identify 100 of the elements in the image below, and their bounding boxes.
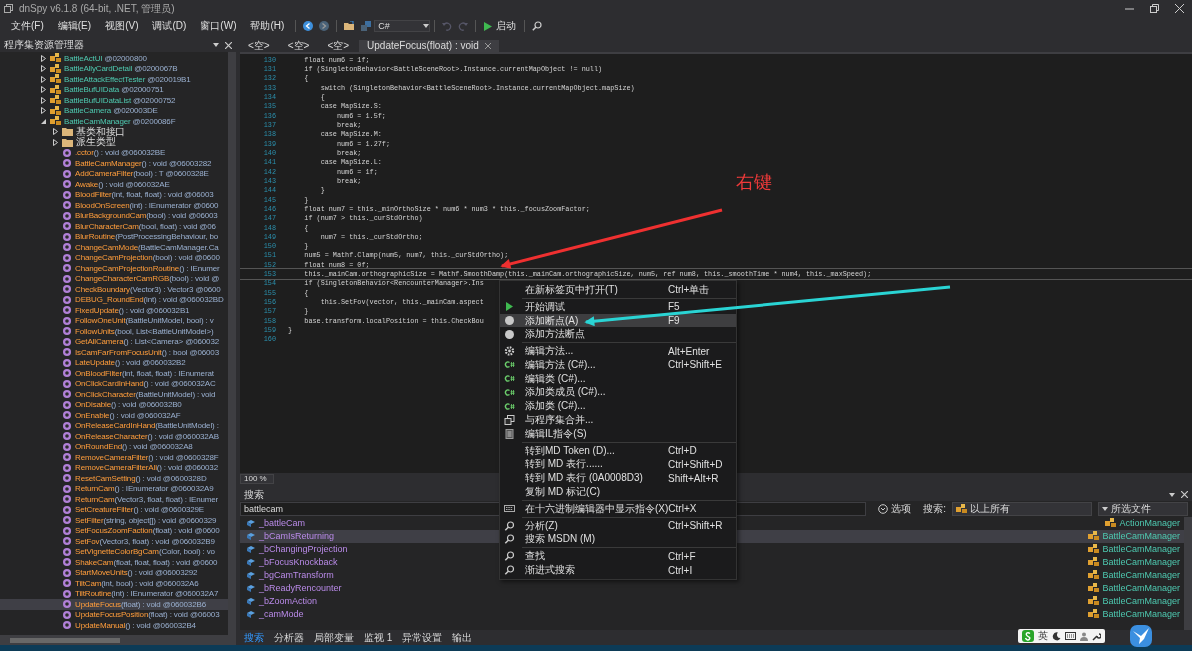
tree-item-label: OnClickCardInHand() : void @060032AC <box>75 379 216 389</box>
annotation-label: 右键 <box>736 171 772 194</box>
tree-item-label: LateUpdate() : void @060032B2 <box>75 358 186 368</box>
tree-item-label: ReturnCam(Vector3, float, float) : IEnumer <box>75 494 219 504</box>
menu-item-label: 复制 MD 标记(C) <box>524 485 601 500</box>
tree-item-label: TiltRoutine(int) : IEnumerator @060032A7 <box>75 589 219 599</box>
result-location: BattleCamManager <box>1102 531 1180 542</box>
tree-item-label: SetFilter(string, object[]) : void @0600329 <box>75 515 217 525</box>
shortcut-label: Ctrl+D <box>668 445 698 457</box>
tree-item-label: TiltCam(int, bool) : void @060032A6 <box>75 578 199 588</box>
tree-item-label: SetVignetteColorBgCam(Color, bool) : vo <box>75 547 215 557</box>
tree-item-label: BattleCamManager @0200086F <box>64 116 176 126</box>
menu-item-label: 搜索 MSDN (M) <box>524 532 596 547</box>
result-name: _bCamIsReturning <box>259 531 335 542</box>
result-location: BattleCamManager <box>1102 583 1180 594</box>
result-location: ActionManager <box>1119 518 1180 529</box>
menu-item-label: 渐进式搜索 <box>524 563 576 578</box>
menu-item-label: 查找 <box>524 549 546 564</box>
shortcut-label: F5 <box>668 301 681 313</box>
tree-item-label: OnRoundEnd() : void @060032A8 <box>75 442 193 452</box>
shortcut-label: Ctrl+单击 <box>668 282 711 297</box>
tree-item-label: RemoveCameraFilterAll() : void @060032 <box>75 463 218 473</box>
result-name: _battleCam <box>259 518 306 529</box>
tree-item-label: UpdateFocus(float) : void @060032B6 <box>75 599 206 609</box>
window-title: dnSpy v6.1.8 (64-bit, .NET, 管理员) <box>19 1 175 16</box>
menu-item-label: 在十六进制编辑器中显示指令(X) <box>524 501 669 516</box>
result-location: BattleCamManager <box>1102 544 1180 555</box>
menu-item-label: 编辑方法... <box>524 344 575 359</box>
menu-item-label: 添加断点(A) <box>524 313 580 328</box>
tree-item-label: BattleCamManager() : void @06003282 <box>75 158 212 168</box>
tree-item-label: ChangeCharacterCamRGB(bool) : void @ <box>75 274 220 284</box>
tree-item-label: UpdateFocusPosition(float) : void @06003 <box>75 610 220 620</box>
shortcut-label: F9 <box>668 315 681 326</box>
menu-item-label: 转到 MD 表行 (0A0008D3) <box>524 471 644 486</box>
panel-title: 搜索 <box>244 487 264 502</box>
tree-item-label: FixedUpdate() : void @060032B1 <box>75 305 190 315</box>
menu-item-label: 添加类 (C#)... <box>524 399 587 414</box>
shortcut-label: Ctrl+I <box>668 564 694 576</box>
result-name: _bgCamTransform <box>259 570 334 581</box>
tree-item-label: SetFocusZoomFaction(float) : void @0600 <box>75 526 220 536</box>
tree-item-label: OnClickCharacter(BattleUnitModel) : void <box>75 389 216 399</box>
shortcut-label: Ctrl+Shift+E <box>668 359 723 371</box>
shortcut-label: Ctrl+Shift+R <box>668 520 724 532</box>
tree-item-label: BattleBufUIData @02000751 <box>64 85 164 95</box>
shortcut-label: Ctrl+X <box>668 503 698 515</box>
tree-item-label: .cctor() : void @060032BE <box>75 148 166 158</box>
tree-item-label: BlurCharacterCam(bool, float) : void @06 <box>75 221 216 231</box>
tree-item-label: ReturnCam() : IEnumerator @060032A9 <box>75 484 214 494</box>
tree-item-label: Awake() : void @060032AE <box>75 179 170 189</box>
menu-item-label: 分析(Z) <box>524 518 559 533</box>
tree-item-label: OnEnable() : void @060032AF <box>75 410 181 420</box>
shortcut-label: Ctrl+F <box>668 550 697 562</box>
tree-item-label: 基类和接口 <box>76 125 126 138</box>
tree-item-label: BloodFilter(int, float, float) : void @06003 <box>75 190 214 200</box>
tree-item-label: CheckBoundary(Vector3) : Vector3 @0600 <box>75 284 221 294</box>
menu-item-label: 开始调试 <box>524 299 566 314</box>
tree-item-label: AddCameraFilter(bool) : T @0600328E <box>75 169 209 179</box>
tree-item-label: FollowUnits(bool, List<BattleUnitModel>) <box>75 326 214 336</box>
tree-item-label: BattleBufUIDataList @02000752 <box>64 95 176 105</box>
menu-item-label: 添加类成员 (C#)... <box>524 385 607 400</box>
tree-item-label: ResetCamSetting() : void @0600328D <box>75 473 207 483</box>
tree-item-label: OnDisable() : void @060032B0 <box>75 400 182 410</box>
tree-item-label: BlurRoutine(PostProcessingBehaviour, bo <box>75 232 219 242</box>
result-location: BattleCamManager <box>1102 570 1180 581</box>
tree-item-label: SetFov(Vector3, float) : void @060032B9 <box>75 536 215 546</box>
menu-item-label: 编辑IL指令(S) <box>524 426 588 441</box>
result-name: _bChangingProjection <box>259 544 348 555</box>
tree-item-label: 派生类型 <box>76 135 116 150</box>
result-name: _bZoomAction <box>259 596 318 607</box>
tree-item-label: OnBloodFilter(int, float, float) : IEnumerat <box>75 368 214 378</box>
tree-item-label: UpdateManual() : void @060032B4 <box>75 620 196 630</box>
tree-item-label: ChangeCamProjectionRoutine() : IEnumer <box>75 263 220 273</box>
tree-item-label: FollowOneUnit(BattleUnitModel, bool) : v <box>75 316 214 326</box>
panel-title: 程序集资源管理器 <box>4 38 84 52</box>
tree-item-label: ChangeCamMode(BattleCamManager.Ca <box>75 242 219 252</box>
tree-item-label: IsCamFarFromFocusUnit() : bool @06003 <box>75 347 219 357</box>
tree-item-label: SetCreatureFilter() : void @0600329E <box>75 505 205 515</box>
result-name: _camMode <box>259 609 304 620</box>
tree-item-label: ChangeCamProjection(bool) : void @0600 <box>75 253 220 263</box>
tree-item-label: ShakeCam(float, float, float) : void @0600 <box>75 557 218 567</box>
shortcut-label: Shift+Alt+R <box>668 472 720 484</box>
menu-item-label: 添加方法断点 <box>524 327 586 342</box>
tree-item-label: BattleActUI @02000800 <box>64 53 147 63</box>
result-location: BattleCamManager <box>1102 557 1180 568</box>
tree-item-label: BlurBackgroundCam(bool) : void @06003 <box>75 211 218 221</box>
tree-item-label: BattleCamera @020003DE <box>64 106 158 116</box>
menu-item-label: 编辑类 (C#)... <box>524 371 587 386</box>
result-location: BattleCamManager <box>1102 609 1180 620</box>
tree-item-label: BattleAllyCardDetail @0200067B <box>64 64 178 74</box>
menu-item-label: 在新标签页中打开(T) <box>524 282 619 297</box>
search-scope-label: 搜索: <box>923 501 946 516</box>
tree-item-label: GetAllCamera() : List<Camera> @060032 <box>75 337 219 347</box>
tree-item-label: OnReleaseCardInHand(BattleUnitModel) : <box>75 421 219 431</box>
menu-item-label: 与程序集合并... <box>524 413 595 428</box>
menu-item-label: 转到MD Token (D)... <box>524 443 616 458</box>
result-name: _bFocusKnockback <box>259 557 338 568</box>
shortcut-label: Ctrl+Shift+D <box>668 458 724 470</box>
result-name: _bReadyRencounter <box>259 583 342 594</box>
tree-item-label: BattleAttackEffectTester @020019B1 <box>64 74 191 84</box>
tree-item-label: DEBUG_RoundEnd(int) : void @060032BD <box>75 295 224 305</box>
